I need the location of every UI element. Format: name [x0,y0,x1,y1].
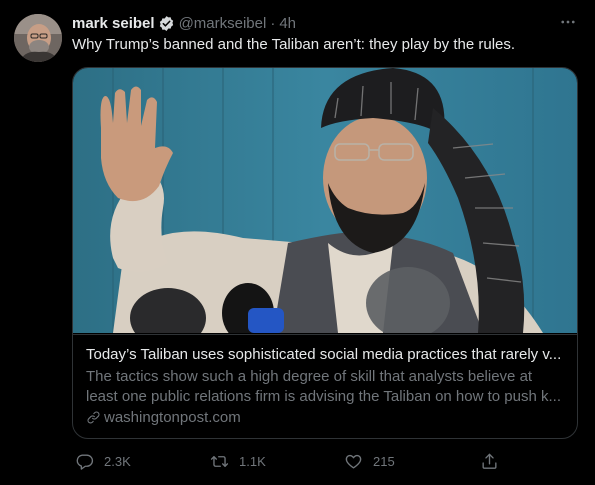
tweet-header: mark seibel @markseibel · 4h [72,13,296,33]
like-button[interactable]: 215 [344,452,395,471]
separator-dot: · [270,14,276,32]
card-domain: washingtonpost.com [86,409,241,426]
verified-badge-icon [159,15,173,31]
retweet-button[interactable]: 1.1K [210,452,266,471]
more-options-icon [561,20,575,24]
tweet[interactable]: mark seibel @markseibel · 4h Why Trump’s… [0,0,595,485]
reply-icon [76,454,94,470]
card-photo [73,68,577,333]
heart-icon [345,454,362,469]
card-description-line-1: The tactics show such a high degree of s… [86,368,533,385]
card-image[interactable] [73,68,577,333]
share-icon [482,453,497,469]
avatar[interactable] [14,14,62,62]
like-count: 215 [373,454,395,469]
card-body[interactable]: Today’s Taliban uses sophisticated socia… [73,334,577,438]
link-card[interactable]: Today’s Taliban uses sophisticated socia… [72,67,578,439]
reply-count: 2.3K [104,454,131,469]
card-domain-text: washingtonpost.com [104,409,241,426]
tweet-text: Why Trump’s banned and the Taliban aren’… [72,36,516,53]
card-title: Today’s Taliban uses sophisticated socia… [86,346,562,363]
retweet-count: 1.1K [239,454,266,469]
reply-button[interactable]: 2.3K [75,452,131,471]
author-name[interactable]: mark seibel [72,15,155,32]
author-handle[interactable]: @markseibel [179,15,267,32]
retweet-icon [210,456,229,467]
card-description-line-2: least one public relations firm is advis… [86,388,561,405]
card-description: The tactics show such a high degree of s… [86,367,566,407]
share-button[interactable] [480,452,509,471]
more-options-button[interactable] [557,11,579,33]
timestamp[interactable]: 4h [279,15,296,32]
link-icon [87,411,100,424]
tweet-actions: 2.3K 1.1K 215 [72,452,502,474]
avatar-image [14,14,62,62]
